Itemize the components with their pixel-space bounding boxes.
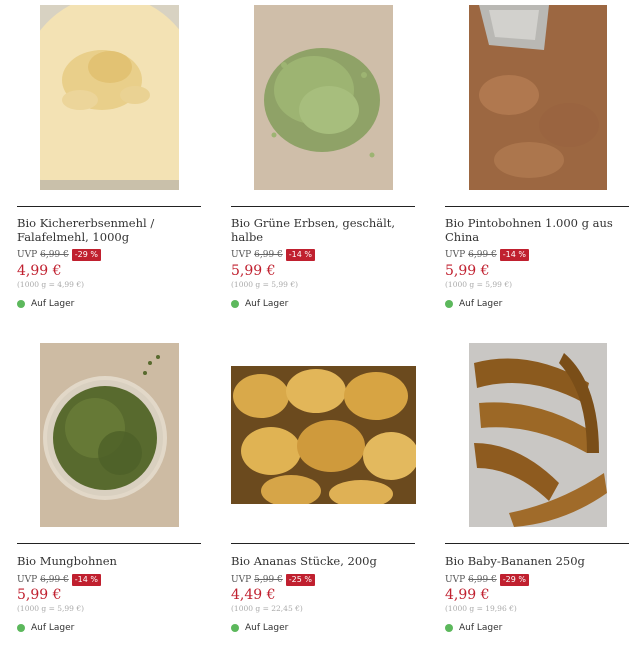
divider	[231, 206, 415, 207]
pinto-beans-image[interactable]	[469, 5, 607, 190]
in-stock-dot-icon	[17, 300, 25, 308]
uvp-label: UVP	[17, 575, 38, 585]
chickpea-flour-image[interactable]	[40, 5, 179, 190]
stock-label: Auf Lager	[459, 299, 503, 309]
in-stock-dot-icon	[17, 624, 25, 632]
unit-price: (1000 g = 22,45 €)	[231, 604, 303, 613]
product-title[interactable]: Bio Grüne Erbsen, geschält, halbe	[231, 216, 415, 244]
divider	[17, 543, 201, 544]
stock-label: Auf Lager	[31, 299, 75, 309]
in-stock-dot-icon	[445, 300, 453, 308]
uvp-row: UVP 6,99 € -29 %	[445, 574, 529, 586]
product-title[interactable]: Bio Kichererbsenmehl / Falafelmehl, 1000…	[17, 216, 201, 244]
discount-badge: -29 %	[71, 249, 101, 261]
uvp-row: UVP 6,99 € -29 %	[17, 249, 101, 261]
unit-price: (1000 g = 4,99 €)	[17, 280, 85, 289]
uvp-label: UVP	[445, 250, 466, 260]
in-stock-dot-icon	[231, 624, 239, 632]
uvp-label: UVP	[231, 575, 252, 585]
old-price: 5,99 €	[254, 575, 283, 585]
divider	[445, 543, 629, 544]
pineapple-pieces-image[interactable]	[231, 366, 416, 504]
price: 4,99 €	[17, 263, 62, 279]
stock-label: Auf Lager	[245, 299, 289, 309]
discount-badge: -25 %	[285, 574, 315, 586]
unit-price: (1000 g = 5,99 €)	[17, 604, 85, 613]
uvp-row: UVP 6,99 € -14 %	[445, 249, 529, 261]
product-title[interactable]: Bio Ananas Stücke, 200g	[231, 554, 415, 568]
uvp-label: UVP	[231, 250, 252, 260]
uvp-row: UVP 6,99 € -14 %	[231, 249, 315, 261]
price: 4,99 €	[445, 587, 490, 603]
price: 5,99 €	[231, 263, 276, 279]
stock-label: Auf Lager	[245, 623, 289, 633]
price: 5,99 €	[445, 263, 490, 279]
price: 5,99 €	[17, 587, 62, 603]
stock-status: Auf Lager	[17, 623, 74, 633]
in-stock-dot-icon	[445, 624, 453, 632]
stock-status: Auf Lager	[17, 299, 74, 309]
product-title[interactable]: Bio Baby-Bananen 250g	[445, 554, 629, 568]
old-price: 6,99 €	[468, 250, 497, 260]
unit-price: (1000 g = 5,99 €)	[445, 280, 513, 289]
stock-status: Auf Lager	[445, 299, 502, 309]
in-stock-dot-icon	[231, 300, 239, 308]
uvp-label: UVP	[445, 575, 466, 585]
old-price: 6,99 €	[40, 250, 69, 260]
green-peas-image[interactable]	[254, 5, 393, 190]
stock-status: Auf Lager	[231, 623, 288, 633]
old-price: 6,99 €	[254, 250, 283, 260]
old-price: 6,99 €	[468, 575, 497, 585]
uvp-label: UVP	[17, 250, 38, 260]
product-grid: Bio Kichererbsenmehl / Falafelmehl, 1000…	[0, 0, 643, 649]
discount-badge: -14 %	[285, 249, 315, 261]
price: 4,49 €	[231, 587, 276, 603]
stock-status: Auf Lager	[231, 299, 288, 309]
discount-badge: -14 %	[71, 574, 101, 586]
unit-price: (1000 g = 19,96 €)	[445, 604, 517, 613]
stock-status: Auf Lager	[445, 623, 502, 633]
product-title[interactable]: Bio Pintobohnen 1.000 g aus China	[445, 216, 629, 244]
discount-badge: -14 %	[499, 249, 529, 261]
stock-label: Auf Lager	[459, 623, 503, 633]
old-price: 6,99 €	[40, 575, 69, 585]
unit-price: (1000 g = 5,99 €)	[231, 280, 299, 289]
divider	[17, 206, 201, 207]
uvp-row: UVP 5,99 € -25 %	[231, 574, 315, 586]
uvp-row: UVP 6,99 € -14 %	[17, 574, 101, 586]
stock-label: Auf Lager	[31, 623, 75, 633]
mung-beans-image[interactable]	[40, 343, 179, 527]
divider	[445, 206, 629, 207]
baby-bananas-image[interactable]	[469, 343, 607, 527]
product-title[interactable]: Bio Mungbohnen	[17, 554, 201, 568]
discount-badge: -29 %	[499, 574, 529, 586]
divider	[231, 543, 415, 544]
